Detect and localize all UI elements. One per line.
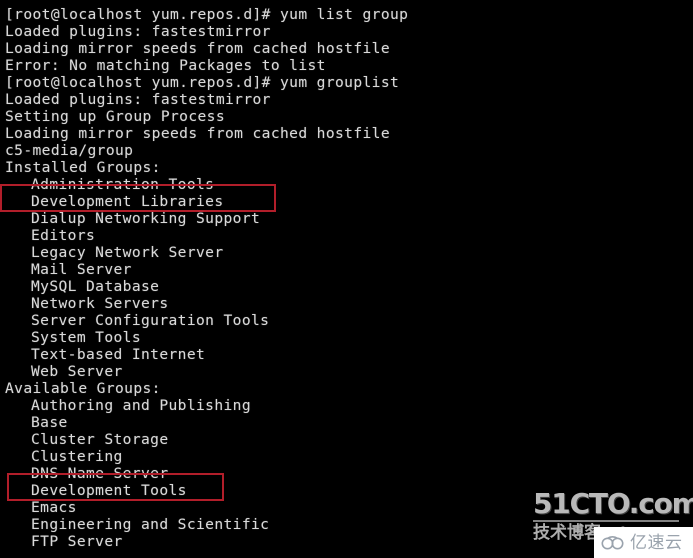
watermark-51cto-subtitle-cn: 技术博客 [533,523,601,543]
terminal-line: Loaded plugins: fastestmirror [5,91,271,108]
terminal-line: Web Server [31,363,123,380]
terminal-line: [root@localhost yum.repos.d]# yum groupl… [5,74,400,91]
terminal-line: Loading mirror speeds from cached hostfi… [5,125,390,142]
terminal-line: c5-media/group [5,142,134,159]
terminal-line: Cluster Storage [31,431,169,448]
terminal-line: Development Libraries [31,193,224,210]
terminal-line: Authoring and Publishing [31,397,251,414]
terminal-line: Loading mirror speeds from cached hostfi… [5,40,390,57]
watermark-yisuyun-text: 亿速云 [630,532,683,553]
terminal-line: Administration Tools [31,176,215,193]
terminal-line: DNS Name Server [31,465,169,482]
watermark-yisuyun: 亿速云 [594,527,693,558]
terminal-line: Legacy Network Server [31,244,224,261]
terminal-screenshot: [root@localhost yum.repos.d]# yum list g… [0,0,693,558]
terminal-line: Installed Groups: [5,159,161,176]
terminal-line: Loaded plugins: fastestmirror [5,23,271,40]
watermark-51cto-brand: 51CTO.com [533,487,693,520]
terminal-line: System Tools [31,329,141,346]
terminal-line: Text-based Internet [31,346,206,363]
terminal-line: Base [31,414,68,431]
terminal-line: Setting up Group Process [5,108,225,125]
terminal-line: [root@localhost yum.repos.d]# yum list g… [5,6,409,23]
terminal-line: Error: No matching Packages to list [5,57,326,74]
cloud-icon [600,534,626,551]
terminal-line: Editors [31,227,96,244]
terminal-line: Mail Server [31,261,132,278]
watermark-divider [533,520,679,522]
terminal-line: Server Configuration Tools [31,312,270,329]
terminal-line: Clustering [31,448,123,465]
terminal-line: Available Groups: [5,380,161,397]
terminal-line: MySQL Database [31,278,160,295]
terminal-line: Development Tools [31,482,187,499]
terminal-line: Dialup Networking Support [31,210,261,227]
terminal-line: FTP Server [31,533,123,550]
terminal-line: Engineering and Scientific [31,516,270,533]
terminal-line: Network Servers [31,295,169,312]
terminal-output[interactable]: [root@localhost yum.repos.d]# yum list g… [0,0,693,558]
terminal-line: Emacs [31,499,77,516]
